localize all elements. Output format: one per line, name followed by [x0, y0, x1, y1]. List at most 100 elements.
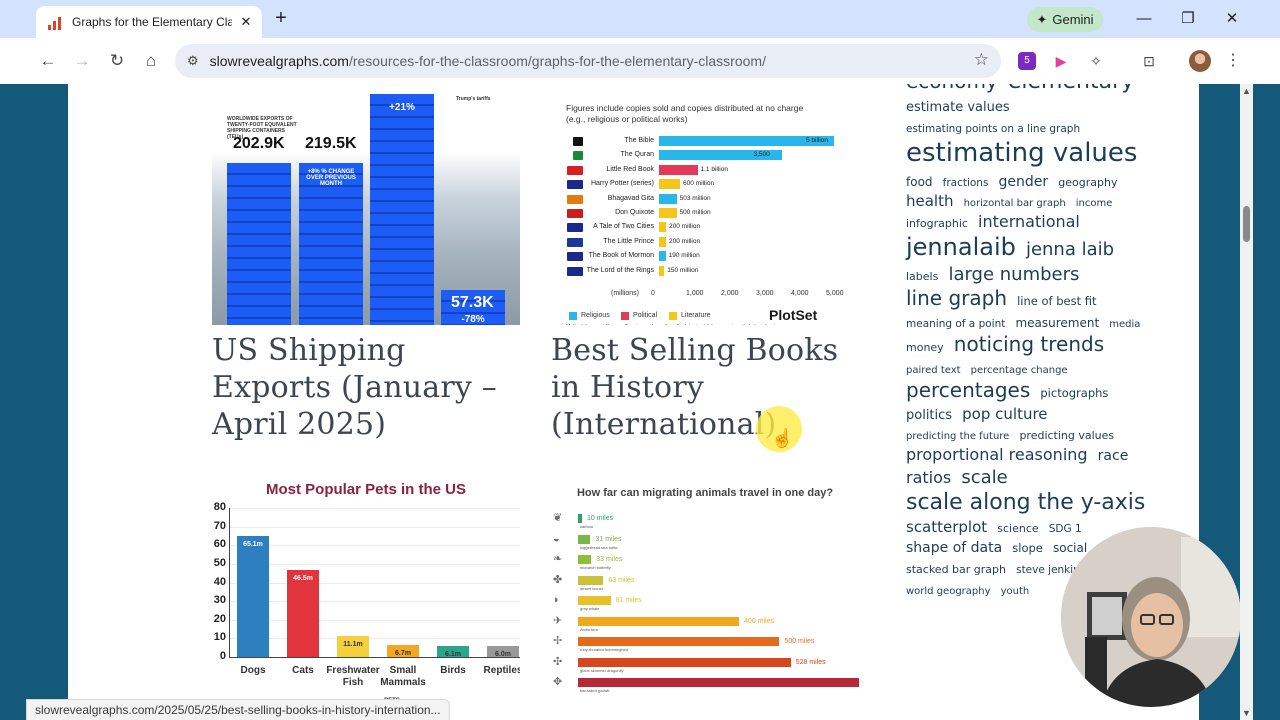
site-info-icon[interactable]: ⚙: [187, 53, 199, 69]
tag-link[interactable]: jenna laib: [1026, 239, 1114, 260]
tag-link[interactable]: scale along the y-axis: [906, 490, 1145, 515]
extensions-puzzle-icon[interactable]: ✧: [1085, 50, 1107, 72]
scrollbar-thumb[interactable]: [1243, 206, 1250, 242]
reload-button[interactable]: ↻: [105, 49, 129, 73]
migrating-animals-thumbnail[interactable]: How far can migrating animals travel in …: [551, 477, 859, 720]
tag-link[interactable]: food: [906, 175, 933, 189]
tab-graphs-elementary[interactable]: Graphs for the Elementary Class ✕: [36, 6, 262, 38]
tag-link[interactable]: proportional reasoning: [906, 445, 1088, 464]
tag-link[interactable]: estimate values: [906, 100, 1010, 115]
migration-animal-name: globe skimmer dragonfly: [580, 667, 624, 673]
migration-bar: [578, 616, 740, 626]
pets-bar: [287, 570, 319, 657]
pets-x-axis: [229, 657, 520, 658]
tag-link[interactable]: paired text: [906, 365, 961, 376]
tag-link[interactable]: large numbers: [948, 264, 1079, 285]
close-window-button[interactable]: ✕: [1221, 8, 1243, 30]
tag-link[interactable]: percentages: [906, 378, 1030, 402]
migration-bar: [578, 514, 583, 523]
best-selling-books-thumbnail[interactable]: Figures include copies sold and copies d…: [551, 94, 859, 325]
url-path: /resources-for-the-classroom/graphs-for-…: [348, 53, 766, 69]
tag-link[interactable]: social: [1053, 541, 1087, 555]
tag-link[interactable]: youth: [1001, 586, 1030, 597]
shipping-exports-thumbnail[interactable]: WORLDWIDE EXPORTS OF TWENTY-FOOT EQUIVAL…: [212, 94, 520, 325]
tag-link[interactable]: stacked bar graph: [906, 563, 1006, 576]
tag-link[interactable]: ratios: [906, 468, 951, 487]
tag-link[interactable]: estimating points on a line graph: [906, 123, 1080, 135]
home-button[interactable]: ⌂: [139, 49, 163, 73]
tag-link[interactable]: geography: [1058, 176, 1117, 189]
pets-y-tick: 60: [213, 538, 226, 551]
book-value: 500 million: [679, 209, 711, 216]
shipping-bar: [227, 163, 291, 325]
tag-link[interactable]: health: [906, 192, 953, 210]
post-title-shipping[interactable]: US Shipping Exports (January – April 202…: [212, 332, 532, 443]
tag-link[interactable]: SDG 1: [1049, 523, 1082, 535]
address-bar[interactable]: ⚙ slowrevealgraphs.com/resources-for-the…: [175, 44, 1001, 78]
back-button[interactable]: ←: [36, 49, 60, 73]
book-value: 1.1 billion: [700, 165, 728, 173]
webcam-presenter-image: [1061, 527, 1241, 707]
extension-arrow-icon[interactable]: ▶: [1050, 50, 1072, 72]
post-title-books[interactable]: Best Selling Books in History (Internati…: [551, 332, 861, 443]
shipping-bar-value: 219.5K: [305, 135, 357, 152]
tag-link[interactable]: noticing trends: [954, 332, 1104, 356]
tag-link[interactable]: politics: [906, 408, 952, 423]
media-control-icon[interactable]: ⊡: [1138, 50, 1160, 72]
tag-link[interactable]: media: [1109, 319, 1140, 330]
pets-gridline: [229, 619, 520, 621]
popular-pets-thumbnail[interactable]: Most Popular Pets in the US 80 70 60 50 40 30 2…: [212, 477, 520, 720]
profile-avatar[interactable]: [1189, 50, 1211, 72]
scroll-up-icon[interactable]: ▲: [1242, 86, 1251, 96]
tag-link[interactable]: measurement: [1015, 316, 1099, 330]
page-background-right: [1253, 84, 1280, 720]
migration-animal-name: Arctic tern: [580, 626, 599, 632]
tag-link[interactable]: horizontal bar graph: [964, 198, 1066, 209]
gemini-button[interactable]: ✦ Gemini: [1027, 7, 1103, 32]
tag-link[interactable]: income: [1076, 198, 1113, 209]
tag-link[interactable]: science: [997, 522, 1038, 535]
forward-button[interactable]: →: [70, 49, 94, 73]
tag-link[interactable]: scale: [961, 467, 1007, 488]
book-row: Bhagavad Gita 503 million: [551, 193, 859, 205]
tag-link[interactable]: line graph: [906, 286, 1007, 310]
tag-link[interactable]: pictographs: [1040, 386, 1108, 400]
tag-link[interactable]: fractions: [943, 177, 989, 189]
tag-link[interactable]: infographic: [906, 217, 968, 230]
animal-silhouette-icon: ✢: [553, 635, 563, 647]
tag-link[interactable]: elementary: [1008, 84, 1134, 94]
tag-link[interactable]: scatterplot: [906, 518, 987, 536]
menu-icon[interactable]: ⋮: [1222, 50, 1244, 72]
tag-link[interactable]: money: [906, 341, 944, 354]
page-scrollbar[interactable]: ▲ ▼: [1240, 84, 1253, 720]
tag-link[interactable]: predicting values: [1019, 429, 1114, 442]
scroll-down-icon[interactable]: ▼: [1242, 708, 1251, 718]
tag-link[interactable]: line of best fit: [1017, 294, 1096, 308]
tag-link[interactable]: predicting the future: [906, 431, 1009, 442]
tab-close-icon[interactable]: ✕: [238, 14, 254, 30]
tag-link[interactable]: pop culture: [962, 405, 1047, 423]
books-footer: Methodology and Source: Counts are drawn…: [566, 322, 856, 325]
tag-link[interactable]: slope: [1012, 541, 1043, 555]
restore-button[interactable]: ❐: [1177, 8, 1199, 30]
shipping-top-note: Trump's tariffs: [456, 96, 491, 102]
tag-link[interactable]: estimating values: [906, 138, 1137, 168]
tag-link[interactable]: economy: [906, 84, 998, 93]
extension-badge-icon[interactable]: 5: [1018, 52, 1036, 70]
tag-link[interactable]: percentage change: [971, 365, 1068, 376]
books-legend-swatch: [569, 312, 577, 320]
tag-link[interactable]: jennalaib: [906, 233, 1016, 261]
bookmark-star-icon[interactable]: ☆: [974, 50, 989, 70]
new-tab-button[interactable]: +: [270, 8, 292, 30]
tag-link[interactable]: meaning of a point: [906, 318, 1005, 330]
tag-link[interactable]: labels: [906, 270, 938, 283]
pets-y-tick: 30: [213, 594, 226, 607]
tag-link[interactable]: international: [978, 212, 1080, 231]
migration-value: 81 miles: [615, 597, 642, 604]
minimize-button[interactable]: —: [1133, 8, 1155, 30]
tag-link[interactable]: world geography: [906, 586, 991, 597]
books-axis-tick: 2,000: [721, 290, 739, 297]
tag-link[interactable]: race: [1098, 448, 1129, 464]
tag-link[interactable]: gender: [999, 174, 1049, 190]
tag-link[interactable]: shape of data: [906, 540, 1002, 556]
